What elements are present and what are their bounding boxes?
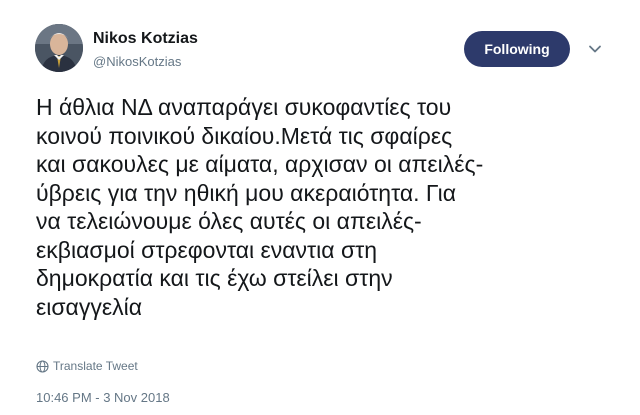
tweet-text: Η άθλια ΝΔ αναπαράγει συκοφαντίες του κο… xyxy=(36,94,484,320)
translate-tweet-label[interactable]: Translate Tweet xyxy=(53,359,138,373)
user-name[interactable]: Nikos Kotzias xyxy=(93,30,198,48)
translate-tweet-link[interactable]: Translate Tweet xyxy=(36,359,138,373)
avatar-image xyxy=(35,24,83,72)
chevron-down-icon[interactable] xyxy=(588,42,602,56)
globe-icon xyxy=(36,359,49,373)
user-handle[interactable]: @NikosKotzias xyxy=(93,54,181,69)
tweet-timestamp[interactable]: 10:46 PM - 3 Nov 2018 xyxy=(36,390,170,405)
following-button[interactable]: Following xyxy=(464,31,570,67)
avatar[interactable] xyxy=(35,24,83,72)
